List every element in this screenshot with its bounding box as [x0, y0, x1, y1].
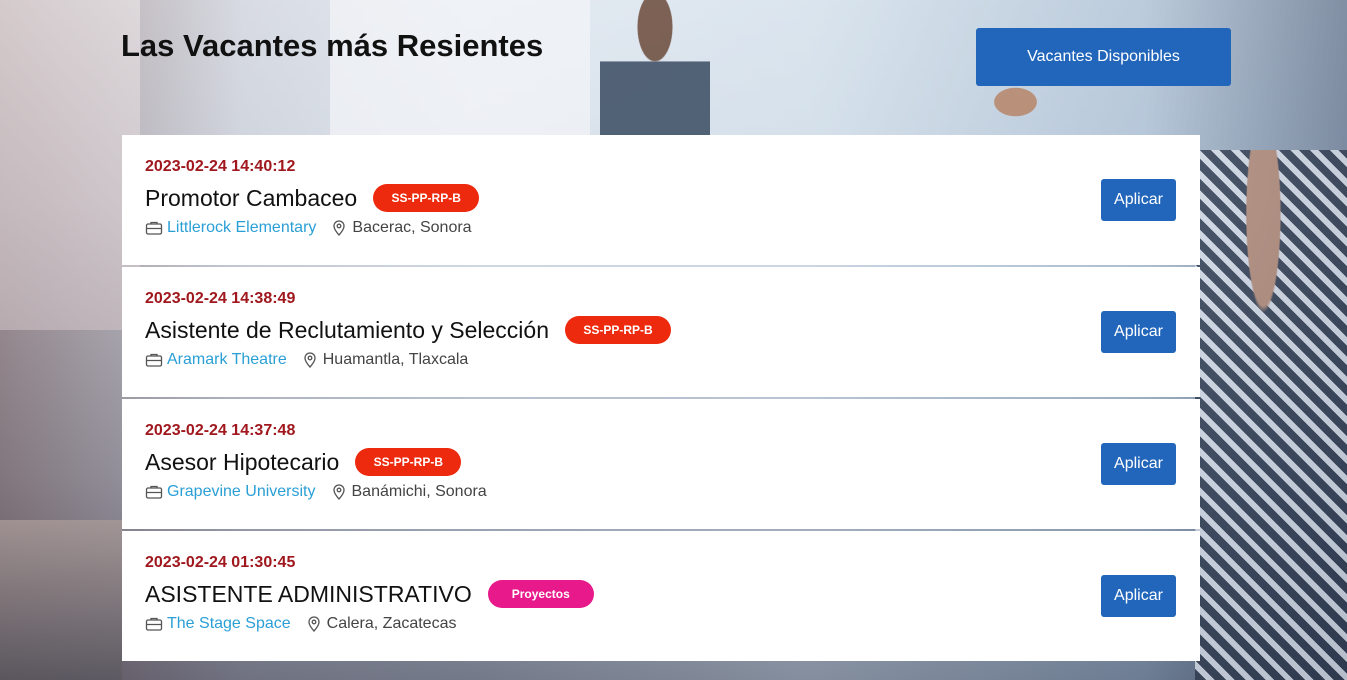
job-list: 2023-02-24 14:40:12 Promotor Cambaceo SS…	[122, 135, 1200, 663]
company-link[interactable]: The Stage Space	[167, 615, 291, 633]
job-date: 2023-02-24 14:38:49	[145, 290, 296, 307]
map-pin-icon	[330, 483, 348, 501]
job-location: Huamantla, Tlaxcala	[322, 351, 469, 368]
map-pin-icon	[305, 615, 323, 633]
job-badge: Proyectos	[487, 580, 594, 608]
job-card: 2023-02-24 01:30:45 ASISTENTE ADMINISTRA…	[122, 531, 1200, 661]
vacancies-available-button[interactable]: Vacantes Disponibles	[976, 28, 1231, 86]
job-badge: SS-PP-RP-B	[565, 316, 671, 344]
job-date: 2023-02-24 01:30:45	[145, 554, 296, 571]
apply-button[interactable]: Aplicar	[1101, 575, 1176, 617]
map-pin-icon	[301, 351, 319, 369]
job-badge: SS-PP-RP-B	[373, 184, 480, 212]
map-pin-icon	[330, 219, 348, 237]
job-badge: SS-PP-RP-B	[355, 448, 462, 476]
apply-button[interactable]: Aplicar	[1101, 179, 1176, 221]
job-title[interactable]: Asistente de Reclutamiento y Selección	[145, 317, 549, 344]
briefcase-icon	[145, 483, 163, 501]
company-link[interactable]: Aramark Theatre	[167, 351, 287, 369]
job-location: Bacerac, Sonora	[352, 219, 472, 236]
job-date: 2023-02-24 14:37:48	[145, 422, 296, 439]
apply-button[interactable]: Aplicar	[1101, 443, 1176, 485]
briefcase-icon	[145, 351, 163, 369]
job-date: 2023-02-24 14:40:12	[145, 158, 296, 175]
company-link[interactable]: Grapevine University	[167, 483, 316, 501]
apply-button[interactable]: Aplicar	[1101, 311, 1176, 353]
job-location: Calera, Zacatecas	[326, 615, 457, 632]
company-link[interactable]: Littlerock Elementary	[167, 219, 316, 237]
job-card: 2023-02-24 14:40:12 Promotor Cambaceo SS…	[122, 135, 1200, 265]
job-card: 2023-02-24 14:38:49 Asistente de Recluta…	[122, 267, 1200, 397]
job-title[interactable]: Asesor Hipotecario	[145, 449, 339, 476]
briefcase-icon	[145, 219, 163, 237]
job-title[interactable]: ASISTENTE ADMINISTRATIVO	[145, 581, 472, 608]
job-card: 2023-02-24 14:37:48 Asesor Hipotecario S…	[122, 399, 1200, 529]
page-title: Las Vacantes más Resientes	[121, 28, 544, 63]
briefcase-icon	[145, 615, 163, 633]
job-title[interactable]: Promotor Cambaceo	[145, 185, 357, 212]
job-location: Banámichi, Sonora	[351, 483, 487, 500]
